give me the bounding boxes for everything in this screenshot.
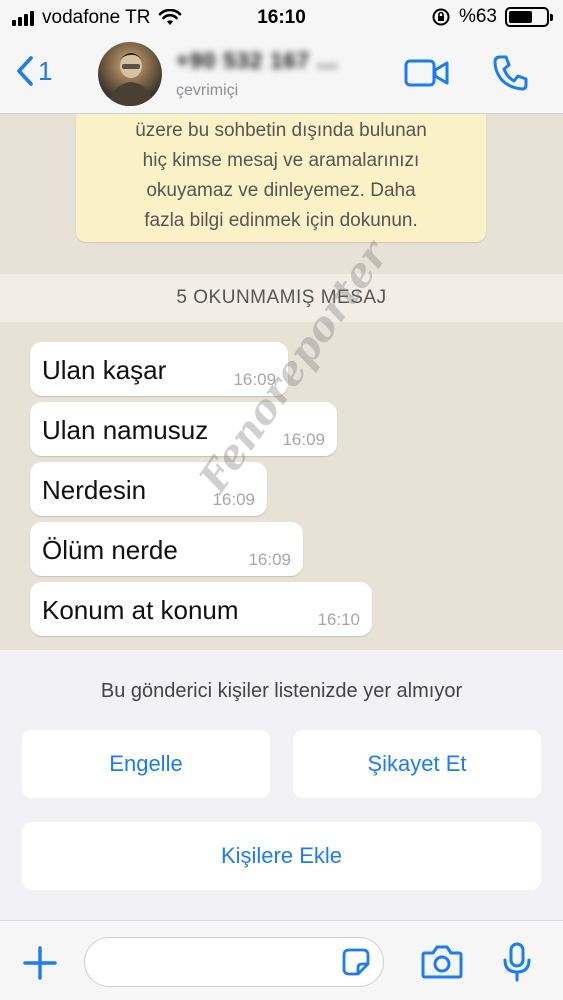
camera-icon	[421, 945, 463, 979]
unread-messages-banner: 5 OKUNMAMIŞ MESAJ	[0, 274, 563, 322]
status-bar: vodafone TR 16:10 %63	[0, 0, 563, 36]
message-text: Konum at konum	[42, 595, 239, 625]
unread-chats-count: 1	[38, 55, 53, 86]
profile-photo-icon	[108, 53, 154, 106]
chat-header: 1 +90 532 167 ... çevrimiçi	[0, 36, 563, 114]
unknown-sender-message: Bu gönderici kişiler listenizde yer almı…	[100, 680, 463, 702]
voice-message-button[interactable]	[500, 941, 534, 988]
message-text: Ulan kaşar	[42, 355, 167, 385]
battery-icon	[505, 7, 553, 27]
message-bubble[interactable]: Konum at konum 16:10	[30, 582, 372, 636]
avatar[interactable]	[98, 42, 162, 106]
camera-button[interactable]	[420, 943, 464, 986]
attach-button[interactable]	[22, 945, 58, 986]
voice-call-button[interactable]	[492, 54, 528, 97]
orientation-lock-icon	[432, 8, 450, 26]
back-button[interactable]: 1	[12, 54, 52, 88]
message-time: 16:10	[317, 610, 360, 629]
sticker-icon	[342, 948, 370, 976]
plus-icon	[23, 946, 57, 980]
add-to-contacts-button[interactable]: Kişilere Ekle	[22, 822, 541, 890]
encryption-notice[interactable]: üzere bu sohbetin dışında bulunan hiç ki…	[76, 114, 486, 242]
sticker-button[interactable]	[341, 947, 371, 982]
unknown-sender-panel: Bu gönderici kişiler listenizde yer almı…	[0, 650, 563, 920]
message-input-bar	[0, 920, 563, 1000]
notice-line: fazla bilgi edinmek için dokunun.	[144, 210, 418, 231]
video-call-button[interactable]	[404, 56, 450, 95]
message-text: Ulan namusuz	[42, 415, 209, 445]
battery-percentage: %63	[458, 6, 497, 27]
notice-line: hiç kimse mesaj ve aramalarınızı	[142, 150, 420, 171]
block-button[interactable]: Engelle	[22, 730, 270, 798]
microphone-icon	[503, 942, 531, 982]
contact-name[interactable]: +90 532 167 ...	[176, 48, 338, 74]
message-input[interactable]	[101, 948, 331, 978]
chevron-left-icon	[17, 56, 33, 86]
message-input-container[interactable]	[84, 937, 384, 987]
video-camera-icon	[404, 59, 449, 87]
report-button[interactable]: Şikayet Et	[293, 730, 541, 798]
message-time: 16:09	[282, 430, 325, 449]
notice-line: okuyamaz ve dinleyemez. Daha	[146, 180, 416, 201]
message-time: 16:09	[248, 550, 291, 569]
chat-area[interactable]: üzere bu sohbetin dışında bulunan hiç ki…	[0, 114, 563, 650]
message-text: Nerdesin	[42, 475, 147, 505]
notice-line: üzere bu sohbetin dışında bulunan	[135, 120, 427, 141]
message-text: Ölüm nerde	[42, 535, 178, 565]
contact-status: çevrimiçi	[176, 82, 239, 99]
message-bubble[interactable]: Ölüm nerde 16:09	[30, 522, 303, 576]
phone-icon	[493, 55, 528, 91]
